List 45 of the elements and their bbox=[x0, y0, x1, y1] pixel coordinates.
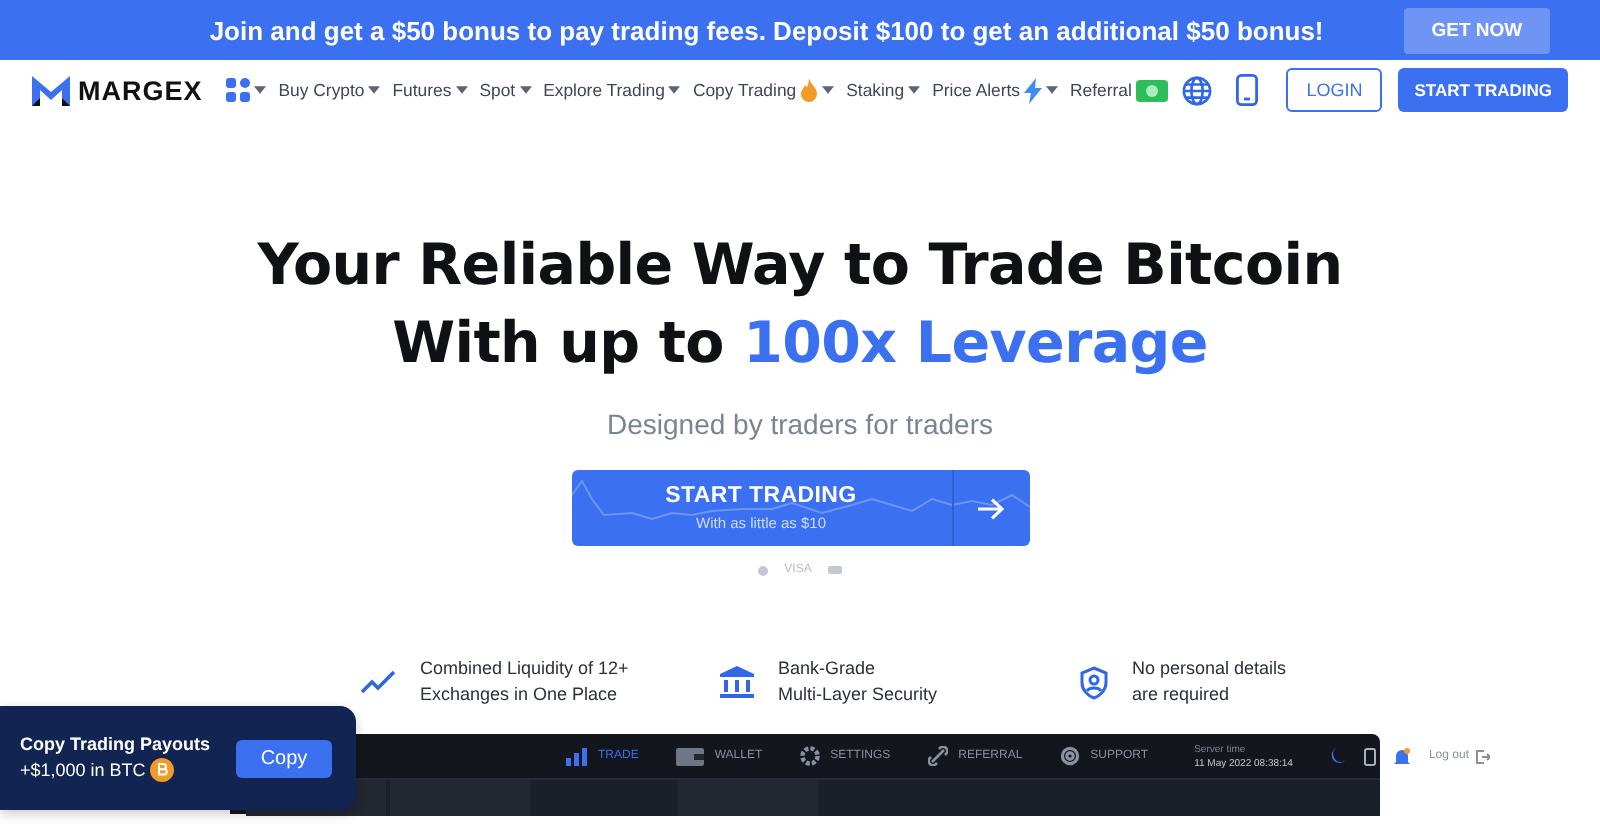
feature-text: Combined Liquidity of 12+ Exchanges in One Place bbox=[420, 656, 629, 708]
bar-chart-icon bbox=[566, 747, 588, 765]
moon-icon[interactable] bbox=[1330, 748, 1347, 764]
caret-icon bbox=[254, 86, 267, 94]
copy-button[interactable]: Copy bbox=[236, 739, 332, 777]
start-trading-button[interactable]: START TRADING bbox=[1398, 68, 1568, 112]
arrow-icon bbox=[978, 497, 1004, 519]
nav-link[interactable]: Futures bbox=[392, 80, 452, 100]
lightning-icon bbox=[1024, 77, 1043, 103]
headline: With up to 100x Leverage bbox=[392, 310, 1208, 376]
support-icon bbox=[1060, 746, 1081, 766]
coin-icon bbox=[758, 565, 769, 575]
wallet-icon bbox=[676, 747, 705, 765]
settings-icon bbox=[800, 746, 821, 766]
promo-text: Join and get a $50 bonus to pay trading fees. Deposit $100 to get an additional $50 bonus! bbox=[209, 15, 1324, 45]
nav-link[interactable]: Buy Crypto bbox=[278, 80, 365, 100]
mobile-icon[interactable] bbox=[1364, 747, 1377, 765]
link-icon bbox=[928, 746, 949, 766]
cash-icon bbox=[1135, 79, 1168, 101]
mobile-icon[interactable] bbox=[1236, 74, 1259, 106]
feature-text: Bank-Grade Multi-Layer Security bbox=[778, 656, 938, 708]
nav-link[interactable]: Explore Trading bbox=[543, 80, 665, 100]
subtitle: Designed by traders for traders bbox=[607, 408, 993, 440]
nav-link[interactable]: Copy Trading bbox=[692, 80, 797, 100]
headline: Your Reliable Way to Trade Bitcoin bbox=[257, 232, 1343, 298]
nav-link[interactable]: Price Alerts bbox=[932, 80, 1021, 100]
bell-icon[interactable] bbox=[1394, 747, 1411, 765]
logo-text[interactable]: MARGEX bbox=[78, 75, 203, 105]
logo-icon[interactable] bbox=[32, 75, 70, 105]
nav-link[interactable]: Spot bbox=[479, 80, 516, 100]
login-button[interactable]: LOGIN bbox=[1286, 68, 1383, 112]
flame-icon bbox=[800, 78, 819, 102]
nav-link[interactable]: Referral bbox=[1070, 80, 1132, 100]
shield-icon bbox=[1080, 665, 1108, 699]
trend-icon bbox=[360, 670, 396, 694]
card-icon bbox=[827, 566, 842, 574]
popup-title: Copy Trading Payouts bbox=[20, 734, 211, 754]
globe-icon[interactable] bbox=[1182, 75, 1213, 105]
bank-icon bbox=[720, 666, 754, 698]
feature-text: No personal details are required bbox=[1132, 656, 1287, 708]
bitcoin-icon bbox=[149, 758, 174, 782]
nav-link[interactable]: Staking bbox=[846, 80, 905, 100]
payout-amount: +$1,000 in BTC bbox=[20, 760, 146, 780]
apps-icon[interactable] bbox=[226, 78, 251, 102]
logout-icon[interactable] bbox=[1475, 749, 1489, 763]
